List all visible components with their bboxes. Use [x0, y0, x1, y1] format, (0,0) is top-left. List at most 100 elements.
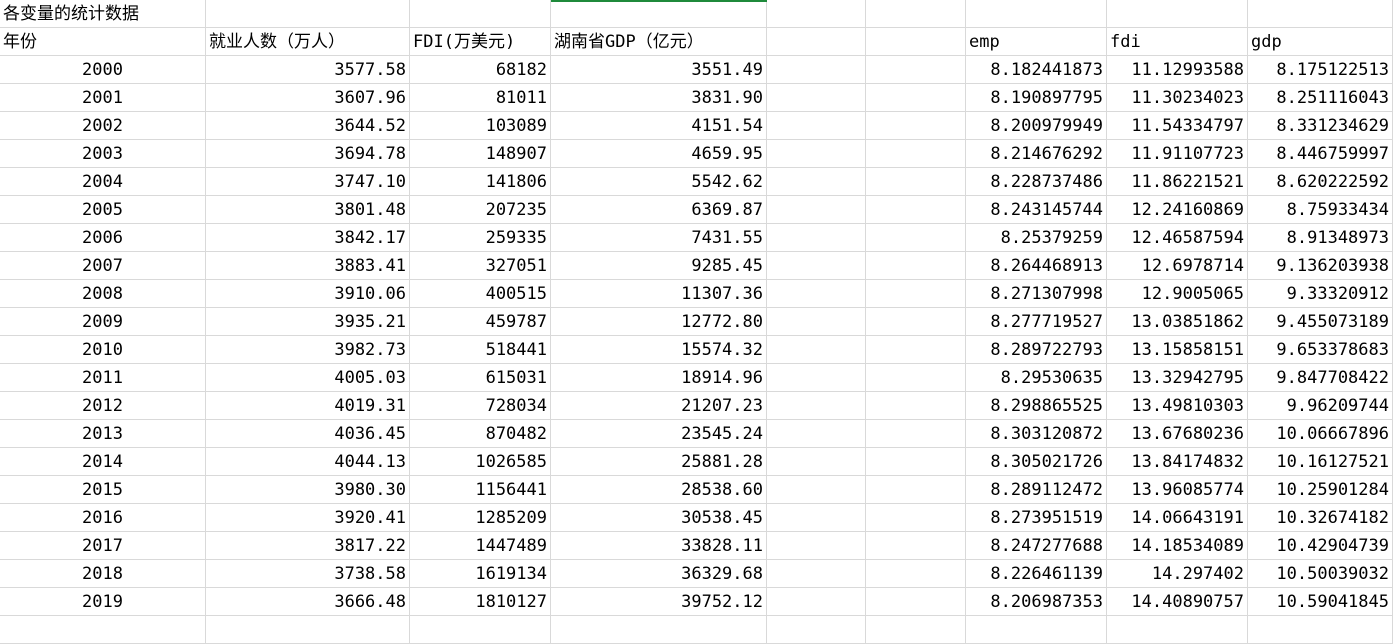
- data-cell[interactable]: 9.96209744: [1248, 392, 1393, 420]
- empty-cell[interactable]: [767, 364, 866, 392]
- data-cell[interactable]: 13.96085774: [1107, 476, 1248, 504]
- data-cell[interactable]: 1026585: [410, 448, 551, 476]
- empty-cell[interactable]: [866, 112, 966, 140]
- data-cell[interactable]: 2000: [0, 56, 206, 84]
- empty-cell[interactable]: [866, 168, 966, 196]
- data-cell[interactable]: 207235: [410, 196, 551, 224]
- data-cell[interactable]: 3842.17: [206, 224, 410, 252]
- data-cell[interactable]: 21207.23: [551, 392, 767, 420]
- data-cell[interactable]: 8.264468913: [966, 252, 1107, 280]
- data-cell[interactable]: 8.273951519: [966, 504, 1107, 532]
- data-cell[interactable]: 8.91348973: [1248, 224, 1393, 252]
- data-cell[interactable]: 4005.03: [206, 364, 410, 392]
- data-cell[interactable]: 23545.24: [551, 420, 767, 448]
- data-cell[interactable]: 8.243145744: [966, 196, 1107, 224]
- empty-cell[interactable]: [1248, 616, 1393, 644]
- data-cell[interactable]: 12.46587594: [1107, 224, 1248, 252]
- empty-cell[interactable]: [767, 616, 866, 644]
- header-year[interactable]: 年份: [0, 28, 206, 56]
- data-cell[interactable]: 10.06667896: [1248, 420, 1393, 448]
- data-cell[interactable]: 8.289722793: [966, 336, 1107, 364]
- empty-cell[interactable]: [1107, 616, 1248, 644]
- data-cell[interactable]: 870482: [410, 420, 551, 448]
- data-cell[interactable]: 2007: [0, 252, 206, 280]
- data-cell[interactable]: 28538.60: [551, 476, 767, 504]
- data-cell[interactable]: 1810127: [410, 588, 551, 616]
- empty-cell[interactable]: [866, 196, 966, 224]
- data-cell[interactable]: 4659.95: [551, 140, 767, 168]
- empty-cell[interactable]: [206, 0, 410, 28]
- empty-cell[interactable]: [767, 420, 866, 448]
- data-cell[interactable]: 2018: [0, 560, 206, 588]
- empty-cell[interactable]: [410, 616, 551, 644]
- data-cell[interactable]: 728034: [410, 392, 551, 420]
- header-employment[interactable]: 就业人数（万人）: [206, 28, 410, 56]
- data-cell[interactable]: 8.271307998: [966, 280, 1107, 308]
- empty-cell[interactable]: [767, 476, 866, 504]
- empty-cell[interactable]: [767, 308, 866, 336]
- header-log-emp[interactable]: emp: [966, 28, 1107, 56]
- data-cell[interactable]: 2016: [0, 504, 206, 532]
- data-cell[interactable]: 141806: [410, 168, 551, 196]
- data-cell[interactable]: 14.40890757: [1107, 588, 1248, 616]
- empty-cell[interactable]: [767, 560, 866, 588]
- data-cell[interactable]: 13.03851862: [1107, 308, 1248, 336]
- data-cell[interactable]: 259335: [410, 224, 551, 252]
- data-cell[interactable]: 8.75933434: [1248, 196, 1393, 224]
- data-cell[interactable]: 9285.45: [551, 252, 767, 280]
- data-cell[interactable]: 2002: [0, 112, 206, 140]
- data-cell[interactable]: 8.446759997: [1248, 140, 1393, 168]
- empty-cell[interactable]: [767, 140, 866, 168]
- data-cell[interactable]: 2012: [0, 392, 206, 420]
- data-cell[interactable]: 9.136203938: [1248, 252, 1393, 280]
- data-cell[interactable]: 3747.10: [206, 168, 410, 196]
- data-cell[interactable]: 2017: [0, 532, 206, 560]
- data-cell[interactable]: 13.15858151: [1107, 336, 1248, 364]
- empty-cell[interactable]: [767, 392, 866, 420]
- data-cell[interactable]: 3920.41: [206, 504, 410, 532]
- empty-cell[interactable]: [0, 616, 206, 644]
- data-cell[interactable]: 10.16127521: [1248, 448, 1393, 476]
- empty-cell[interactable]: [866, 308, 966, 336]
- empty-cell[interactable]: [866, 252, 966, 280]
- data-cell[interactable]: 4036.45: [206, 420, 410, 448]
- empty-cell[interactable]: [551, 616, 767, 644]
- empty-cell[interactable]: [767, 588, 866, 616]
- data-cell[interactable]: 2006: [0, 224, 206, 252]
- spreadsheet-grid[interactable]: 各变量的统计数据 年份 就业人数（万人） FDI(万美元) 湖南省GDP（亿元） emp f…: [0, 0, 1393, 644]
- data-cell[interactable]: 10.25901284: [1248, 476, 1393, 504]
- data-cell[interactable]: 12.9005065: [1107, 280, 1248, 308]
- empty-cell[interactable]: [767, 336, 866, 364]
- header-log-fdi[interactable]: fdi: [1107, 28, 1248, 56]
- data-cell[interactable]: 2001: [0, 84, 206, 112]
- data-cell[interactable]: 14.06643191: [1107, 504, 1248, 532]
- data-cell[interactable]: 10.59041845: [1248, 588, 1393, 616]
- data-cell[interactable]: 1156441: [410, 476, 551, 504]
- empty-cell[interactable]: [1107, 0, 1248, 28]
- data-cell[interactable]: 39752.12: [551, 588, 767, 616]
- empty-cell[interactable]: [866, 448, 966, 476]
- empty-cell[interactable]: [551, 0, 767, 28]
- header-fdi[interactable]: FDI(万美元): [410, 28, 551, 56]
- data-cell[interactable]: 10.50039032: [1248, 560, 1393, 588]
- data-cell[interactable]: 14.297402: [1107, 560, 1248, 588]
- data-cell[interactable]: 615031: [410, 364, 551, 392]
- data-cell[interactable]: 327051: [410, 252, 551, 280]
- data-cell[interactable]: 3666.48: [206, 588, 410, 616]
- empty-cell[interactable]: [767, 28, 866, 56]
- data-cell[interactable]: 9.33320912: [1248, 280, 1393, 308]
- data-cell[interactable]: 4044.13: [206, 448, 410, 476]
- data-cell[interactable]: 81011: [410, 84, 551, 112]
- empty-cell[interactable]: [866, 476, 966, 504]
- data-cell[interactable]: 8.247277688: [966, 532, 1107, 560]
- empty-cell[interactable]: [767, 0, 866, 28]
- data-cell[interactable]: 2009: [0, 308, 206, 336]
- data-cell[interactable]: 6369.87: [551, 196, 767, 224]
- data-cell[interactable]: 2011: [0, 364, 206, 392]
- data-cell[interactable]: 13.67680236: [1107, 420, 1248, 448]
- data-cell[interactable]: 11307.36: [551, 280, 767, 308]
- data-cell[interactable]: 8.303120872: [966, 420, 1107, 448]
- data-cell[interactable]: 8.206987353: [966, 588, 1107, 616]
- header-gdp[interactable]: 湖南省GDP（亿元）: [551, 28, 767, 56]
- empty-cell[interactable]: [866, 336, 966, 364]
